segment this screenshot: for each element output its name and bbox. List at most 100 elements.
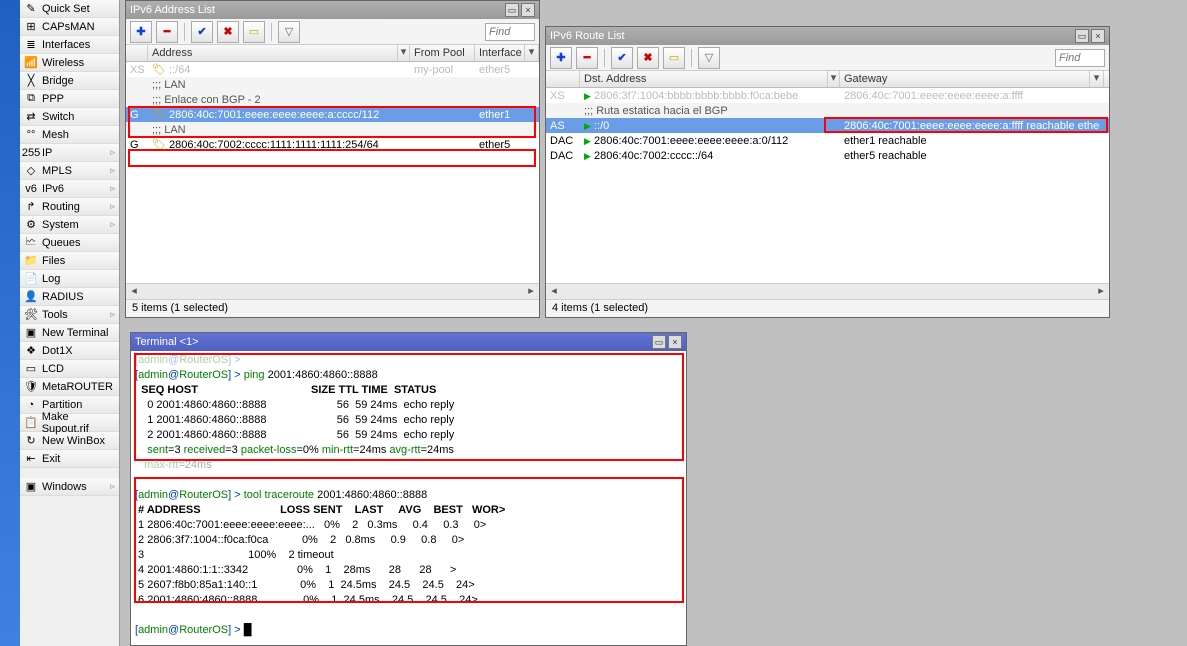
sidebar-item-dot1x[interactable]: ❖Dot1X [20,342,119,360]
menu-icon: ⚙ [24,218,38,232]
sidebar-item-capsman[interactable]: ⊞CAPsMAN [20,18,119,36]
sidebar-item-queues[interactable]: 🗠Queues [20,234,119,252]
sidebar-label: Mesh [42,129,69,141]
sidebar-item-bridge[interactable]: ╳Bridge [20,72,119,90]
sidebar-item-wireless[interactable]: 📶Wireless [20,54,119,72]
sidebar-item-lcd[interactable]: ▭LCD [20,360,119,378]
address-row[interactable]: XS🏷 ::/64my-poolether5 [126,62,539,77]
status-bar: 5 items (1 selected) [126,299,539,317]
address-row[interactable]: G🏷 2806:40c:7002:cccc:1111:1111:1111:254… [126,137,539,152]
col-pool: From Pool [410,45,475,61]
sidebar-item-metarouter[interactable]: 🛡MetaROUTER [20,378,119,396]
sidebar-item-system[interactable]: ⚙System▹ [20,216,119,234]
sidebar-item-ipv6[interactable]: v6IPv6▹ [20,180,119,198]
grid-header[interactable]: Address ▾ From Pool Interface ▾ [126,45,539,62]
sidebar-item-exit[interactable]: ⇤ Exit [20,450,119,468]
sidebar-item-routing[interactable]: ↱ Routing ▹ [20,198,119,216]
comment-text: ;;; LAN [148,79,190,91]
sidebar-item-radius[interactable]: 👤RADIUS [20,288,119,306]
submenu-icon: ▹ [110,147,115,158]
sidebar-item-log[interactable]: 📄Log [20,270,119,288]
add-button[interactable]: ✚ [550,47,572,69]
sidebar-item-ppp[interactable]: ⧉PPP [20,90,119,108]
find-input[interactable] [485,23,535,41]
route-grid[interactable]: Dst. Address ▾ Gateway ▾ XS▶ 2806:3f7:10… [546,71,1109,283]
titlebar-address[interactable]: IPv6 Address List ▭ × [126,1,539,19]
menu-icon: °° [24,128,38,142]
address-icon: 🏷 [152,109,166,121]
menu-icon: ╳ [24,74,38,88]
address-cell: 🏷 2806:40c:7002:cccc:1111:1111:1111:254/… [148,138,410,151]
detach-button[interactable]: ▭ [652,335,666,349]
comment-text: ;;; LAN [148,124,190,136]
flag-cell: DAC [546,150,580,162]
find-input[interactable] [1055,49,1105,67]
disable-button[interactable]: ✖ [217,21,239,43]
menu-icon: 📶 [24,56,38,70]
address-icon: 🏷 [152,139,166,151]
comment-row[interactable]: ;;; LAN [126,122,539,137]
remove-button[interactable]: ━ [576,47,598,69]
menu-icon: 🗠 [24,236,38,250]
disable-button[interactable]: ✖ [637,47,659,69]
sidebar-label: New Terminal [42,327,108,339]
menu-icon: ▭ [24,362,38,376]
route-icon: ▶ [584,91,591,101]
x-icon: ✖ [643,51,652,64]
close-button[interactable]: × [1091,29,1105,43]
sidebar-item-files[interactable]: 📁Files [20,252,119,270]
comment-button[interactable]: ▭ [663,47,685,69]
add-button[interactable]: ✚ [130,21,152,43]
grid-header[interactable]: Dst. Address ▾ Gateway ▾ [546,71,1109,88]
sidebar-label: IP [42,147,52,159]
detach-button[interactable]: ▭ [1075,29,1089,43]
sidebar-item-ip[interactable]: 255IP▹ [20,144,119,162]
enable-button[interactable]: ✔ [611,47,633,69]
menu-icon: ⇤ [24,452,38,466]
menu-icon: ◔ [24,398,38,412]
comment-row[interactable]: ;;; Ruta estatica hacia el BGP [546,103,1109,118]
note-icon: ▭ [669,51,679,64]
separator [691,49,692,67]
route-row[interactable]: DAC▶ 2806:40c:7002:cccc::/64ether5 reach… [546,148,1109,163]
sidebar-item-new-terminal[interactable]: ▣New Terminal [20,324,119,342]
sidebar-label: Routing [42,201,80,213]
address-grid[interactable]: Address ▾ From Pool Interface ▾ XS🏷 ::/6… [126,45,539,283]
h-scrollbar[interactable]: ◂▸ [126,283,539,299]
sidebar-item-mesh[interactable]: °° Mesh [20,126,119,144]
sidebar-item-tools[interactable]: 🛠Tools▹ [20,306,119,324]
titlebar-terminal[interactable]: Terminal <1> ▭ × [131,333,686,351]
interface-cell: ether1 [475,109,535,121]
route-row[interactable]: DAC▶ 2806:40c:7001:eeee:eeee:eeee:a:0/11… [546,133,1109,148]
titlebar-route[interactable]: IPv6 Route List ▭ × [546,27,1109,45]
sidebar-item-windows[interactable]: ▣Windows▹ [20,478,119,496]
filter-button[interactable]: ▽ [698,47,720,69]
comment-row[interactable]: ;;; LAN [126,77,539,92]
sidebar-item-new-winbox[interactable]: ↻New WinBox [20,432,119,450]
sidebar-label: Files [42,255,65,267]
sidebar-item-quick-set[interactable]: ✎Quick Set [20,0,119,18]
menu-icon: ❖ [24,344,38,358]
filter-button[interactable]: ▽ [278,21,300,43]
submenu-icon: ▹ [110,201,115,212]
comment-row[interactable]: ;;; Enlace con BGP - 2 [126,92,539,107]
comment-button[interactable]: ▭ [243,21,265,43]
route-row[interactable]: AS▶ ::/02806:40c:7001:eeee:eeee:eeee:a:f… [546,118,1109,133]
sidebar-item-switch[interactable]: ⇄Switch [20,108,119,126]
menu-icon: ↱ [24,200,38,214]
separator [184,23,185,41]
detach-button[interactable]: ▭ [505,3,519,17]
h-scrollbar[interactable]: ◂▸ [546,283,1109,299]
route-row[interactable]: XS▶ 2806:3f7:1004:bbbb:bbbb:bbbb:f0ca:be… [546,88,1109,103]
sidebar-item-mpls[interactable]: ◇MPLS▹ [20,162,119,180]
sidebar-item-interfaces[interactable]: ≣Interfaces [20,36,119,54]
address-row[interactable]: G🏷 2806:40c:7001:eeee:eeee:eeee:a:cccc/1… [126,107,539,122]
close-button[interactable]: × [521,3,535,17]
sidebar-label: Exit [42,453,60,465]
close-button[interactable]: × [668,335,682,349]
remove-button[interactable]: ━ [156,21,178,43]
status-bar: 4 items (1 selected) [546,299,1109,317]
terminal-output[interactable]: [admin@RouterOS] > [admin@RouterOS] > pi… [131,351,686,645]
sidebar-item-make-supout.rif[interactable]: 📋Make Supout.rif [20,414,119,432]
enable-button[interactable]: ✔ [191,21,213,43]
